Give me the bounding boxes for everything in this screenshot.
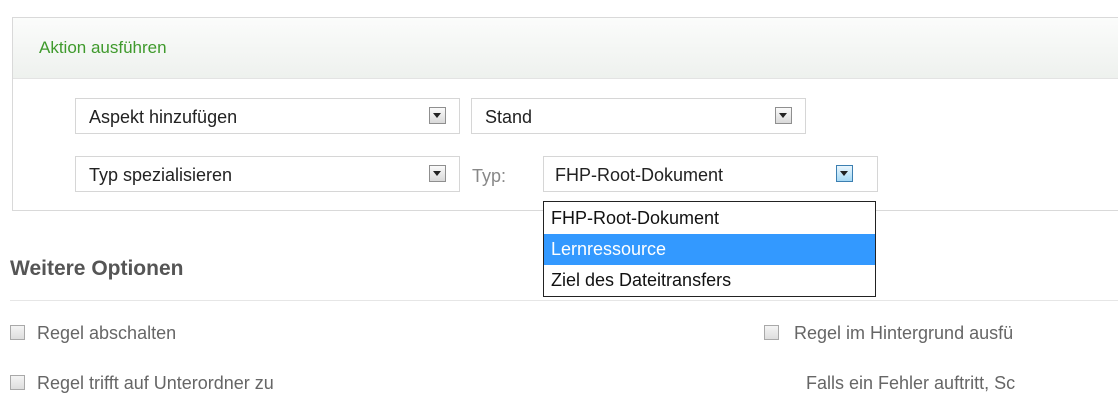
type-dropdown-list: FHP-Root-Dokument Lernressource Ziel des…: [543, 201, 876, 297]
checkbox[interactable]: [10, 325, 25, 340]
checkbox-row-subfolders[interactable]: Regel trifft auf Unterordner zu: [10, 373, 430, 395]
chevron-down-icon[interactable]: [429, 165, 446, 182]
chevron-down-icon[interactable]: [836, 165, 853, 182]
action-panel-header: Aktion ausführen: [13, 18, 1118, 79]
checkbox[interactable]: [764, 325, 779, 340]
dropdown-option[interactable]: Ziel des Dateitransfers: [544, 265, 875, 296]
action-panel-title: Aktion ausführen: [39, 38, 167, 57]
type-select[interactable]: FHP-Root-Dokument: [543, 156, 878, 192]
checkbox-label: Regel trifft auf Unterordner zu: [37, 373, 274, 393]
checkbox-row-disable-rule[interactable]: Regel abschalten: [10, 323, 310, 345]
dropdown-option-highlighted[interactable]: Lernressource: [544, 234, 875, 265]
aspect-select[interactable]: Stand: [471, 98, 806, 134]
dropdown-option[interactable]: FHP-Root-Dokument: [544, 203, 875, 234]
action-select-2-value: Typ spezialisieren: [89, 165, 233, 185]
action-select-1-value: Aspekt hinzufügen: [89, 107, 238, 127]
aspect-select-value: Stand: [485, 107, 533, 127]
action-select-2[interactable]: Typ spezialisieren: [75, 156, 460, 192]
chevron-down-icon[interactable]: [429, 107, 446, 124]
checkbox-label: Regel im Hintergrund ausfü: [794, 323, 1014, 343]
action-select-1[interactable]: Aspekt hinzufügen: [75, 98, 460, 134]
type-select-value: FHP-Root-Dokument: [555, 165, 724, 185]
section-title: Weitere Optionen: [10, 257, 184, 280]
checkbox-row-background[interactable]: Regel im Hintergrund ausfü: [764, 323, 1118, 345]
checkbox[interactable]: [10, 375, 25, 390]
type-label: Typ:: [472, 166, 507, 186]
section-divider: [10, 300, 1118, 301]
checkbox-label: Regel abschalten: [37, 323, 177, 343]
error-handling-text: Falls ein Fehler auftritt, Sc: [806, 373, 1016, 393]
chevron-down-icon[interactable]: [775, 107, 792, 124]
